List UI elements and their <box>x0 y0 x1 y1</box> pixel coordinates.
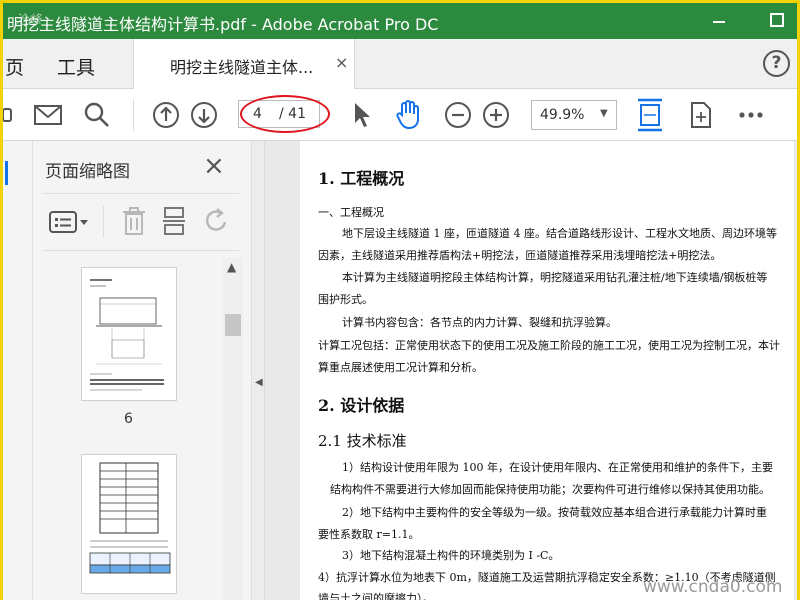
paragraph-line: 算重点展述使用工况计算和分析。 <box>318 361 483 374</box>
annotation-highlight-oval <box>240 95 330 133</box>
chevron-up-icon[interactable]: ▲ <box>227 260 236 274</box>
page-thumbnail[interactable] <box>81 267 177 401</box>
paragraph-line: 地下层设主线隧道 1 座，匝道隧道 4 座。结合道路线形设计、工程水文地质、周边… <box>342 227 777 240</box>
zoom-value: 49.9% <box>540 107 585 123</box>
minimize-button[interactable] <box>711 13 727 29</box>
help-icon[interactable]: ? <box>763 50 790 77</box>
paragraph-line: 1）结构设计使用年限为 100 年，在设计使用年限内、在正常使用和维护的条件下，… <box>342 461 773 474</box>
paragraph-line: 因素，主线隧道采用推荐盾构法+明挖法，匝道隧道推荐采用浅埋暗挖法+明挖法。 <box>318 249 722 262</box>
window-title: 明挖主线隧道主体结构计算书.pdf - Adobe Acrobat Pro DC <box>7 15 439 34</box>
search-icon[interactable] <box>83 101 111 129</box>
rotate-view-icon[interactable] <box>688 100 714 130</box>
section-heading: 1. 工程概况 <box>318 169 405 188</box>
pdf-page: 1. 工程概况 一、工程概况 地下层设主线隧道 1 座，匝道隧道 4 座。结合道… <box>300 141 794 600</box>
delete-page-icon[interactable] <box>121 206 147 236</box>
thumbnail-preview <box>89 462 171 574</box>
paragraph-line: 3）地下结构混凝土构件的环境类别为 I -C。 <box>342 549 560 562</box>
thumbnail-options-icon[interactable] <box>49 210 89 234</box>
rotate-page-icon[interactable] <box>203 206 231 236</box>
thumbnail-scrollbar[interactable]: ▲ <box>223 258 243 600</box>
page-thumbnail[interactable] <box>81 454 177 594</box>
paragraph-line: 一、工程概况 <box>318 206 384 219</box>
paragraph-line: 结构构件不需要进行大修加固而能保持使用功能；次要构件可进行维修以保持其使用功能。 <box>330 483 770 496</box>
paragraph-line: 本计算为主线隧道明挖段主体结构计算，明挖隧道采用钻孔灌注桩/地下连续墙/钢板桩等 <box>342 271 768 284</box>
print-icon[interactable] <box>3 103 13 127</box>
active-panel-indicator <box>5 161 8 185</box>
collapse-panel-icon[interactable]: ◀ <box>255 377 263 388</box>
paragraph-line: 计算书内容包含：各节点的内力计算、裂缝和抗浮验算。 <box>342 316 617 329</box>
tab-home[interactable]: 页 <box>5 53 24 80</box>
close-tab-icon[interactable]: × <box>335 53 348 72</box>
zoom-in-icon[interactable] <box>482 101 510 129</box>
thumbnail-preview <box>90 279 164 391</box>
section-heading: 2. 设计依据 <box>318 396 405 415</box>
previous-page-icon[interactable] <box>152 101 180 129</box>
mail-icon[interactable] <box>33 104 63 126</box>
paragraph-line: 墙与土之间的摩擦力）。 <box>318 592 434 600</box>
extract-page-icon[interactable] <box>161 206 187 236</box>
more-options-icon[interactable] <box>738 111 764 119</box>
next-page-icon[interactable] <box>190 101 218 129</box>
paragraph-line: 要性系数取 r=1.1。 <box>318 528 420 541</box>
paragraph-line: 计算工况包括：正常使用状态下的使用工况及施工阶段的施工工况，使用工况为控制工况，… <box>318 339 780 352</box>
maximize-button[interactable] <box>770 13 784 27</box>
fit-page-icon[interactable] <box>635 97 665 133</box>
panel-title: 页面缩略图 <box>45 162 130 182</box>
toolbar <box>3 89 797 141</box>
tab-bar: 页 工具 明挖主线隧道主体... × ? <box>3 39 797 89</box>
close-panel-icon[interactable]: × <box>203 151 225 181</box>
overlay-watermark: 沧峰 <box>15 13 42 28</box>
panel-splitter[interactable]: ◀ <box>251 141 265 600</box>
chevron-down-icon: ▼ <box>600 108 608 119</box>
paragraph-line: 2）地下结构中主要构件的安全等级为一级。按荷载效应基本组合进行承载能力计算时重 <box>342 506 767 519</box>
zoom-out-icon[interactable] <box>444 101 472 129</box>
zoom-select[interactable]: 49.9% ▼ <box>531 100 617 130</box>
scrollbar-thumb[interactable] <box>225 314 241 336</box>
tab-document[interactable]: 明挖主线隧道主体... × <box>133 39 355 89</box>
navigation-rail <box>3 141 33 600</box>
tab-tools[interactable]: 工具 <box>57 53 95 80</box>
panel-separator <box>103 206 104 238</box>
title-bar: 明挖主线隧道主体结构计算书.pdf - Adobe Acrobat Pro DC… <box>3 3 797 39</box>
thumbnail-page-number: 6 <box>124 411 133 427</box>
hand-tool-icon[interactable] <box>394 99 424 131</box>
document-view[interactable]: 1. 工程概况 一、工程概况 地下层设主线隧道 1 座，匝道隧道 4 座。结合道… <box>265 141 797 600</box>
thumbnail-toolbar <box>43 193 239 251</box>
subsection-heading: 2.1 技术标准 <box>318 432 407 450</box>
thumbnail-panel: 页面缩略图 × 6 <box>33 141 251 600</box>
paragraph-line: 围护形式。 <box>318 293 373 306</box>
tab-document-label: 明挖主线隧道主体... <box>170 58 314 77</box>
site-watermark: www.cnda0.com <box>643 577 783 597</box>
toolbar-separator <box>133 99 134 131</box>
select-cursor-icon[interactable] <box>352 101 372 129</box>
